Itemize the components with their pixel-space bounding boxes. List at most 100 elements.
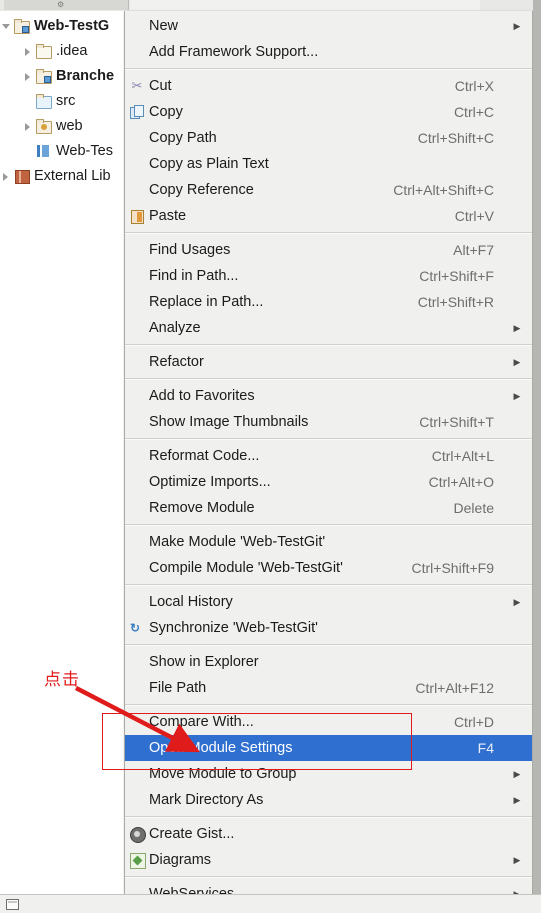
- menu-item-label: File Path: [149, 680, 207, 696]
- menu-item-local-history[interactable]: Local History ▶: [125, 589, 532, 615]
- menu-item-create-gist[interactable]: Create Gist...: [125, 821, 532, 847]
- menu-icon-slot: [125, 13, 149, 39]
- diagram-icon: [125, 847, 149, 873]
- menu-icon-slot: [125, 555, 149, 581]
- menu-item-shortcut: Ctrl+Shift+F: [419, 268, 494, 284]
- menu-icon-slot: [125, 495, 149, 521]
- menu-item-mark-directory-as[interactable]: Mark Directory As ▶: [125, 787, 532, 813]
- menu-icon-slot: [125, 289, 149, 315]
- menu-item-label: Analyze: [149, 320, 201, 336]
- menu-item-label: Optimize Imports...: [149, 474, 271, 490]
- menu-item-analyze[interactable]: Analyze ▶: [125, 315, 532, 341]
- menu-item-make-module-web-testgit[interactable]: Make Module 'Web-TestGit': [125, 529, 532, 555]
- menu-item-label: Copy: [149, 104, 183, 120]
- menu-icon-slot: [125, 529, 149, 555]
- tree-item-web-testg[interactable]: Web-TestG: [0, 15, 109, 37]
- submenu-arrow-icon: ▶: [513, 769, 521, 779]
- menu-item-open-module-settings[interactable]: Open Module Settings F4: [125, 735, 532, 761]
- menu-icon-slot: [125, 589, 149, 615]
- submenu-arrow-icon: ▶: [513, 597, 521, 607]
- tree-item-label: Web-TestG: [34, 18, 110, 34]
- menu-item-show-in-explorer[interactable]: Show in Explorer: [125, 649, 532, 675]
- tree-item-label: External Lib: [34, 168, 111, 184]
- menu-icon-slot: [125, 649, 149, 675]
- menu-item-add-to-favorites[interactable]: Add to Favorites ▶: [125, 383, 532, 409]
- menu-icon-slot: [125, 39, 149, 65]
- menu-item-shortcut: Ctrl+Shift+T: [419, 414, 494, 430]
- menu-item-label: Remove Module: [149, 500, 255, 516]
- menu-item-refactor[interactable]: Refactor ▶: [125, 349, 532, 375]
- menu-item-find-in-path[interactable]: Find in Path... Ctrl+Shift+F: [125, 263, 532, 289]
- gist-icon: [125, 821, 149, 847]
- menu-item-cut[interactable]: ✂ Cut Ctrl+X: [125, 73, 532, 99]
- menu-separator: [125, 704, 532, 706]
- menu-item-label: Copy Path: [149, 130, 217, 146]
- menu-icon-slot: [125, 177, 149, 203]
- menu-item-optimize-imports[interactable]: Optimize Imports... Ctrl+Alt+O: [125, 469, 532, 495]
- menu-item-synchronize-web-testgit[interactable]: ↻ Synchronize 'Web-TestGit': [125, 615, 532, 641]
- menu-item-copy[interactable]: Copy Ctrl+C: [125, 99, 532, 125]
- menu-item-file-path[interactable]: File Path Ctrl+Alt+F12: [125, 675, 532, 701]
- menu-icon-slot: [125, 151, 149, 177]
- menu-separator: [125, 644, 532, 646]
- menu-item-shortcut: Ctrl+Alt+O: [428, 474, 494, 490]
- menu-item-shortcut: Ctrl+Shift+R: [417, 294, 494, 310]
- menu-item-label: Cut: [149, 78, 172, 94]
- project-tree[interactable]: Web-TestG .idea Branche src web Web-Tes Extern…: [0, 11, 124, 891]
- menu-separator: [125, 524, 532, 526]
- menu-item-reformat-code[interactable]: Reformat Code... Ctrl+Alt+L: [125, 443, 532, 469]
- folder-icon: [35, 43, 53, 59]
- module-folder-icon: [35, 68, 53, 84]
- chevron-right-icon[interactable]: [22, 115, 35, 137]
- menu-item-diagrams[interactable]: Diagrams ▶: [125, 847, 532, 873]
- menu-item-shortcut: Ctrl+C: [453, 104, 494, 120]
- menu-item-find-usages[interactable]: Find Usages Alt+F7: [125, 237, 532, 263]
- tree-item-external-lib[interactable]: External Lib: [0, 165, 111, 187]
- status-bar-icon[interactable]: [6, 899, 19, 910]
- menu-item-copy-path[interactable]: Copy Path Ctrl+Shift+C: [125, 125, 532, 151]
- tree-item-web-tes[interactable]: Web-Tes: [22, 140, 113, 162]
- menu-item-add-framework-support[interactable]: Add Framework Support...: [125, 39, 532, 65]
- paste-icon: [125, 203, 149, 229]
- module-folder-icon: [13, 18, 31, 34]
- menu-item-copy-as-plain-text[interactable]: Copy as Plain Text: [125, 151, 532, 177]
- context-menu[interactable]: New ▶ Add Framework Support... ✂ Cut Ctrl+X Co…: [124, 11, 533, 908]
- menu-separator: [125, 438, 532, 440]
- menu-icon-slot: [125, 735, 149, 761]
- menu-item-label: Open Module Settings: [149, 740, 293, 756]
- menu-item-compare-with[interactable]: Compare With... Ctrl+D: [125, 709, 532, 735]
- menu-item-show-image-thumbnails[interactable]: Show Image Thumbnails Ctrl+Shift+T: [125, 409, 532, 435]
- menu-item-copy-reference[interactable]: Copy Reference Ctrl+Alt+Shift+C: [125, 177, 532, 203]
- menu-item-remove-module[interactable]: Remove Module Delete: [125, 495, 532, 521]
- library-icon: [13, 168, 31, 184]
- chevron-right-icon[interactable]: [22, 65, 35, 87]
- cut-icon: ✂: [131, 78, 143, 93]
- submenu-arrow-icon: ▶: [513, 21, 521, 31]
- menu-item-shortcut: Ctrl+Shift+C: [417, 130, 494, 146]
- menu-item-shortcut: Ctrl+Alt+Shift+C: [393, 182, 494, 198]
- chevron-right-icon[interactable]: [22, 40, 35, 62]
- menu-item-label: Refactor: [149, 354, 204, 370]
- menu-icon-slot: [125, 383, 149, 409]
- tree-item-web[interactable]: web: [22, 115, 83, 137]
- menu-item-shortcut: Ctrl+D: [453, 714, 494, 730]
- menu-item-label: Create Gist...: [149, 826, 235, 842]
- menu-item-label: Add Framework Support...: [149, 44, 319, 60]
- menu-icon-slot: [125, 315, 149, 341]
- chevron-right-icon[interactable]: [0, 165, 13, 187]
- chevron-down-icon[interactable]: [0, 15, 13, 37]
- menu-separator: [125, 816, 532, 818]
- tree-item-branche[interactable]: Branche: [22, 65, 114, 87]
- menu-item-shortcut: Alt+F7: [453, 242, 494, 258]
- menu-item-label: Copy as Plain Text: [149, 156, 269, 172]
- menu-item-paste[interactable]: Paste Ctrl+V: [125, 203, 532, 229]
- menu-item-new[interactable]: New ▶: [125, 13, 532, 39]
- menu-item-replace-in-path[interactable]: Replace in Path... Ctrl+Shift+R: [125, 289, 532, 315]
- menu-item-label: Replace in Path...: [149, 294, 264, 310]
- menu-item-move-module-to-group[interactable]: Move Module to Group ▶: [125, 761, 532, 787]
- tree-item-src[interactable]: src: [22, 90, 75, 112]
- tree-item-idea[interactable]: .idea: [22, 40, 87, 62]
- menu-item-label: Find in Path...: [149, 268, 239, 284]
- menu-item-compile-module-web-testgit[interactable]: Compile Module 'Web-TestGit' Ctrl+Shift+F…: [125, 555, 532, 581]
